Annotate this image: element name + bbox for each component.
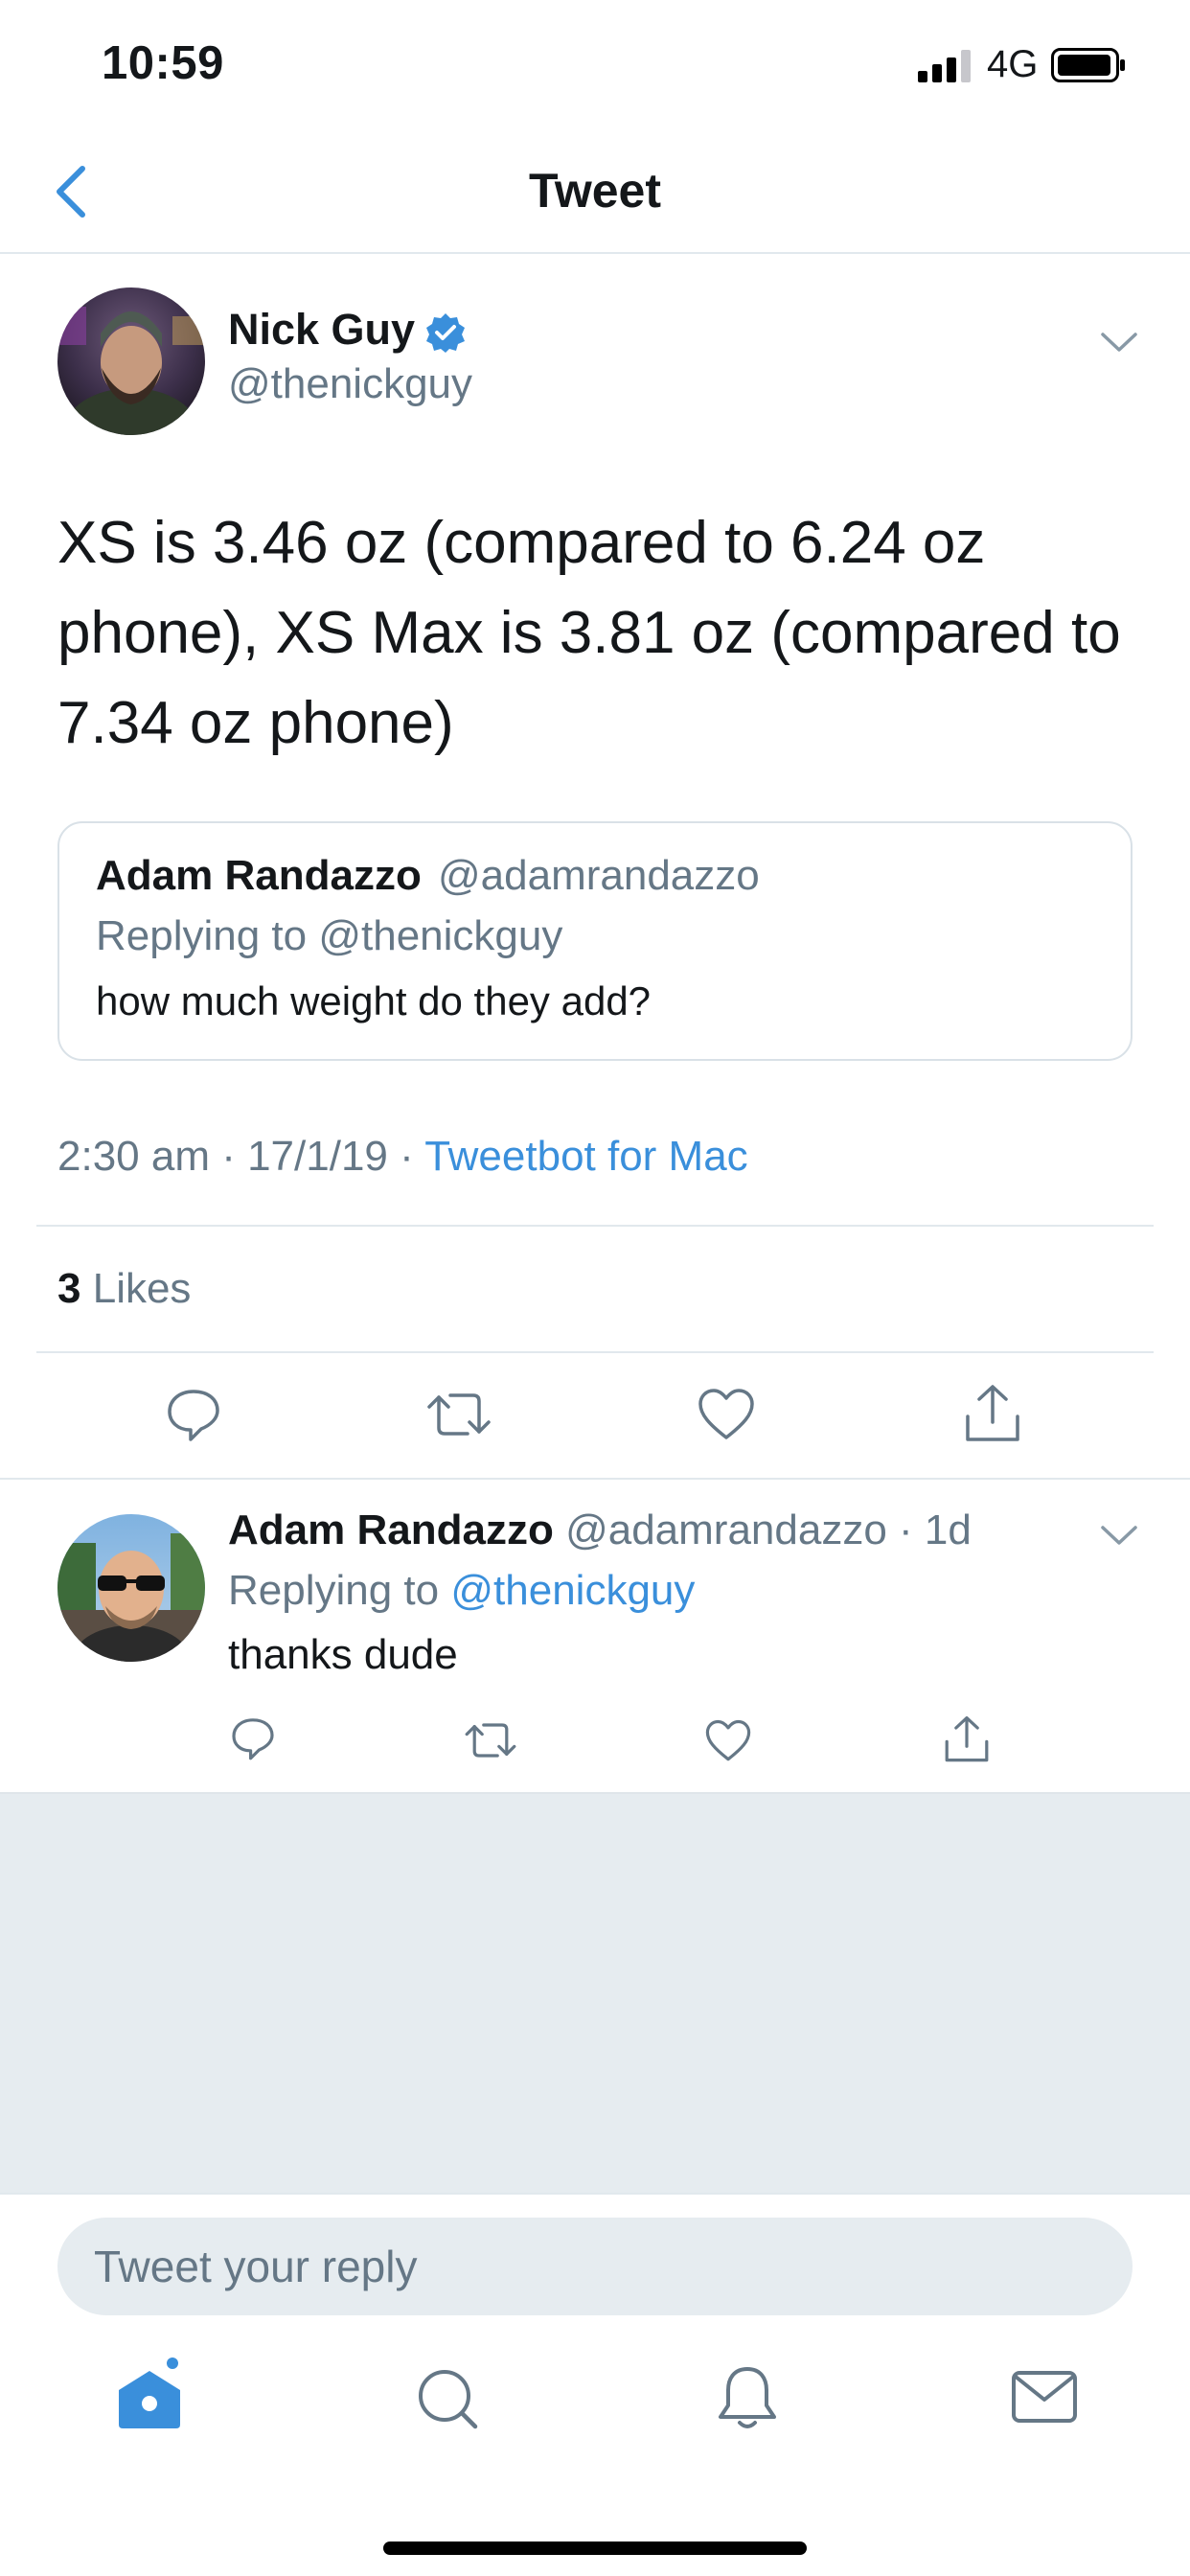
tweet-text: XS is 3.46 oz (compared to 6.24 oz phone… bbox=[57, 510, 1121, 756]
retweet-icon bbox=[427, 1393, 491, 1436]
reply-author-name[interactable]: Adam Randazzo bbox=[228, 1506, 554, 1553]
quoted-tweet[interactable]: Adam Randazzo @adamrandazzo Replying to … bbox=[57, 821, 1133, 1061]
status-time: 10:59 bbox=[102, 37, 224, 89]
empty-timeline-area bbox=[0, 1792, 1190, 2193]
likes-label: Likes bbox=[92, 1265, 192, 1312]
reply-avatar[interactable] bbox=[57, 1514, 205, 1662]
replying-mention-link[interactable]: @thenickguy bbox=[450, 1567, 695, 1614]
home-icon bbox=[119, 2358, 180, 2428]
quoted-text: how much weight do they add? bbox=[96, 978, 652, 1024]
divider bbox=[36, 1225, 1154, 1227]
reply-reply-button[interactable] bbox=[230, 1715, 276, 1761]
tab-notifications[interactable] bbox=[709, 2358, 786, 2434]
nav-bar: Tweet bbox=[0, 144, 1190, 254]
like-button[interactable] bbox=[698, 1388, 755, 1441]
reply-input[interactable] bbox=[57, 2218, 1133, 2315]
avatar[interactable] bbox=[57, 288, 205, 435]
reply-icon bbox=[168, 1390, 219, 1441]
quoted-author-name: Adam Randazzo bbox=[96, 852, 422, 899]
avatar-image bbox=[57, 1514, 205, 1662]
reply-like-button[interactable] bbox=[705, 1719, 751, 1762]
author-handle[interactable]: @thenickguy bbox=[228, 360, 472, 408]
reply-retweet-button[interactable] bbox=[464, 1717, 517, 1763]
notifications-icon bbox=[719, 2367, 776, 2428]
reply-replying-to: Replying to @thenickguy bbox=[228, 1567, 695, 1615]
network-label: 4G bbox=[987, 43, 1039, 85]
tab-search[interactable] bbox=[410, 2358, 487, 2434]
tweet-meta: 2:30 am · 17/1/19 · Tweetbot for Mac bbox=[57, 1133, 748, 1181]
reply-icon bbox=[232, 1718, 274, 1760]
chevron-down-icon[interactable] bbox=[1100, 331, 1138, 354]
messages-icon bbox=[1012, 2371, 1077, 2423]
reply-header: Adam Randazzo @adamrandazzo · 1d bbox=[228, 1506, 972, 1554]
tab-home[interactable] bbox=[111, 2358, 188, 2434]
status-bar: 10:59 4G bbox=[0, 0, 1190, 125]
like-icon bbox=[698, 1389, 754, 1439]
bottom-bar bbox=[0, 2193, 1190, 2576]
verified-badge-icon bbox=[426, 313, 465, 353]
reply-text: thanks dude bbox=[228, 1631, 458, 1678]
chevron-down-icon[interactable] bbox=[1100, 1524, 1138, 1547]
share-icon bbox=[966, 1385, 1019, 1441]
author-name[interactable]: Nick Guy bbox=[228, 305, 415, 355]
reply-author-handle[interactable]: @adamrandazzo · 1d bbox=[565, 1506, 972, 1553]
search-icon bbox=[419, 2370, 478, 2429]
retweet-icon bbox=[465, 1723, 516, 1758]
divider bbox=[36, 1351, 1154, 1353]
tweet-timestamp: 2:30 am · 17/1/19 · bbox=[57, 1133, 425, 1180]
home-indicator bbox=[383, 2542, 807, 2555]
likes-stat[interactable]: 3 Likes bbox=[57, 1265, 191, 1313]
share-button[interactable] bbox=[964, 1384, 1021, 1443]
likes-count: 3 bbox=[57, 1265, 81, 1312]
page-title: Tweet bbox=[529, 164, 661, 218]
divider bbox=[0, 1478, 1190, 1480]
quoted-replying-to: Replying to @thenickguy bbox=[96, 912, 563, 959]
quoted-author-handle: @adamrandazzo bbox=[438, 852, 760, 899]
avatar-image bbox=[57, 288, 205, 435]
reply-button[interactable] bbox=[165, 1386, 222, 1443]
reply-share-button[interactable] bbox=[944, 1715, 990, 1763]
tab-messages[interactable] bbox=[1006, 2358, 1083, 2434]
battery-icon bbox=[1051, 48, 1125, 82]
share-icon bbox=[945, 1716, 989, 1762]
retweet-button[interactable] bbox=[425, 1386, 492, 1443]
tweet-source-link[interactable]: Tweetbot for Mac bbox=[424, 1133, 747, 1180]
signal-icon bbox=[918, 50, 971, 82]
like-icon bbox=[705, 1719, 751, 1761]
replying-prefix: Replying to bbox=[228, 1567, 451, 1614]
